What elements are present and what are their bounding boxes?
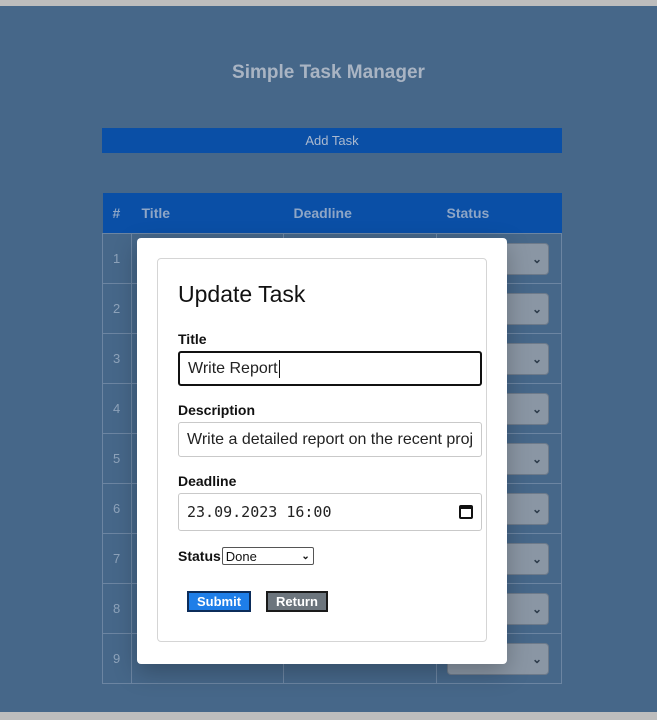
description-input-value: Write a detailed report on the recent pr… — [187, 430, 474, 448]
status-label: Status — [178, 548, 221, 564]
description-label: Description — [178, 402, 256, 418]
deadline-label: Deadline — [178, 473, 237, 489]
chevron-down-icon: ⌄ — [301, 550, 310, 562]
submit-button[interactable]: Submit — [187, 591, 252, 612]
status-select[interactable]: Done ⌄ — [221, 547, 314, 565]
modal-title: Update Task — [178, 281, 306, 307]
title-label: Title — [178, 331, 207, 347]
deadline-input-value: 23.09.2023 16:00 — [187, 503, 332, 521]
title-input-value: Write Report — [188, 359, 278, 377]
update-task-modal: Update Task Title Write Report Descripti… — [137, 238, 507, 664]
description-input[interactable]: Write a detailed report on the recent pr… — [178, 422, 482, 457]
calendar-icon[interactable] — [459, 505, 473, 519]
return-button[interactable]: Return — [266, 591, 328, 612]
update-task-card: Update Task Title Write Report Descripti… — [157, 258, 487, 642]
title-input[interactable]: Write Report — [178, 351, 482, 386]
deadline-input[interactable]: 23.09.2023 16:00 — [178, 493, 482, 531]
status-select-value: Done — [225, 548, 257, 564]
text-caret — [278, 359, 280, 378]
status-row: Status Done ⌄ — [178, 547, 314, 565]
